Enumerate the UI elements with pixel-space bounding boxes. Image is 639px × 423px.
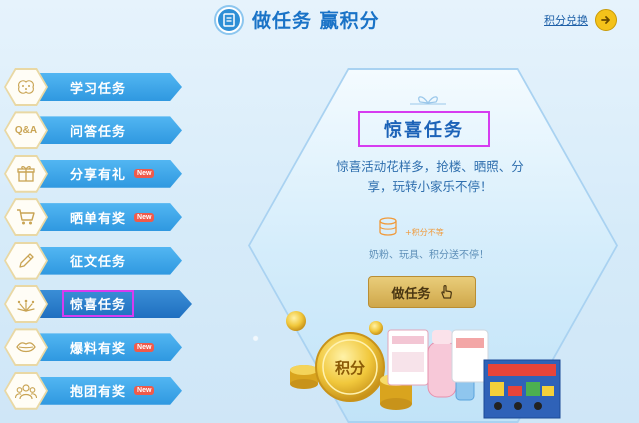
reward-text: 奶粉、玩具、积分送不停！ (369, 250, 489, 261)
sidebar-item-group-reward[interactable]: 抱团有奖 New (4, 371, 190, 410)
sidebar-item-label[interactable]: 抱团有奖 (70, 381, 126, 400)
page-header: 做任务 赢积分 积分兑换 (0, 0, 639, 38)
new-badge: New (134, 386, 155, 396)
new-badge: New (134, 169, 155, 179)
sidebar-item-label[interactable]: 问答任务 (70, 121, 126, 140)
points-exchange-link[interactable]: 积分兑换 (544, 9, 617, 31)
qa-icon: Q&A (6, 113, 46, 148)
coin-stack-icon (379, 217, 397, 236)
cart-icon (6, 200, 46, 235)
sidebar-item-label[interactable]: 学习任务 (70, 78, 126, 97)
new-badge: New (134, 342, 155, 352)
sidebar-item-share-order[interactable]: 晒单有奖 New (4, 198, 190, 237)
arrow-right-icon[interactable] (595, 9, 617, 31)
sidebar-item-qa-task[interactable]: Q&A 问答任务 (4, 111, 190, 150)
task-list-icon (216, 6, 242, 33)
sparkle-icon (6, 286, 46, 321)
sidebar-item-tipoff-reward[interactable]: 爆料有奖 New (4, 328, 190, 367)
sidebar-item-label[interactable]: 爆料有奖 (70, 338, 126, 357)
sidebar-item-surprise-task[interactable]: 惊喜任务 (4, 284, 192, 323)
sidebar-item-share-gift[interactable]: 分享有礼 New (4, 154, 190, 193)
panel-description: 惊喜活动花样多，抢楼、晒照、分享，玩转小家乐不停！ (336, 159, 524, 194)
brain-icon (6, 70, 46, 104)
lips-icon (6, 330, 46, 365)
task-sidebar: 学习任务 Q&A 问答任务 分享有礼 New 晒单有奖 New 征文任务 惊喜任… (4, 68, 192, 415)
points-exchange-label[interactable]: 积分兑换 (544, 12, 588, 28)
reward-note: +积分不等 (405, 228, 444, 237)
ribbon-bow-icon (410, 96, 446, 105)
gift-icon (6, 156, 46, 191)
page-title-text: 做任务 赢积分 (252, 10, 380, 32)
group-icon (6, 373, 46, 408)
sidebar-item-essay-task[interactable]: 征文任务 (4, 241, 190, 280)
new-badge: New (134, 212, 155, 222)
sidebar-item-label[interactable]: 晒单有奖 (70, 208, 126, 227)
sidebar-item-label[interactable]: 征文任务 (70, 251, 126, 270)
pencil-icon (6, 243, 46, 278)
coin-label: 积分 (335, 359, 365, 377)
page-title: 做任务 赢积分 (216, 6, 380, 33)
pointer-hand-icon (440, 285, 452, 299)
rewards-illustration: 积分 (286, 311, 561, 419)
sidebar-item-label[interactable]: 分享有礼 (70, 164, 126, 183)
sidebar-item-learning-task[interactable]: 学习任务 (4, 68, 190, 106)
sidebar-item-label[interactable]: 惊喜任务 (62, 290, 135, 318)
panel-title: 惊喜任务 (358, 111, 490, 147)
do-task-label[interactable]: 做任务 (391, 283, 430, 302)
